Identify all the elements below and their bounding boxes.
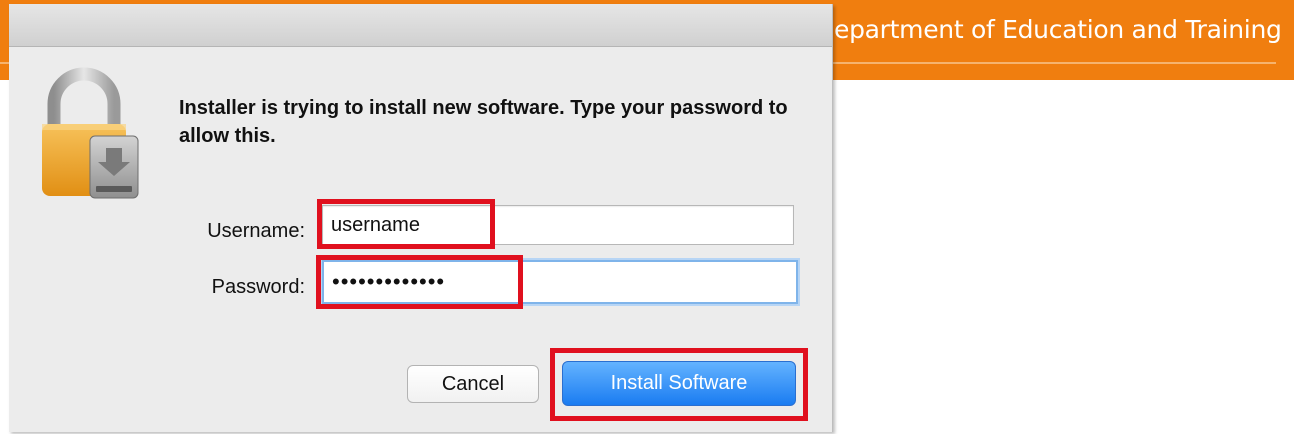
password-label: Password:: [211, 276, 305, 298]
dialog-message: Installer is trying to install new softw…: [179, 97, 788, 147]
install-software-button[interactable]: Install Software: [562, 361, 796, 406]
dialog-titlebar[interactable]: [9, 4, 832, 47]
username-field[interactable]: [322, 205, 794, 245]
cancel-button[interactable]: Cancel: [407, 365, 539, 403]
password-field[interactable]: [322, 260, 798, 304]
lock-icon: [42, 67, 139, 199]
banner-title: epartment of Education and Training: [834, 15, 1282, 44]
auth-dialog: Installer is trying to install new softw…: [9, 4, 833, 432]
username-label: Username:: [207, 220, 305, 242]
